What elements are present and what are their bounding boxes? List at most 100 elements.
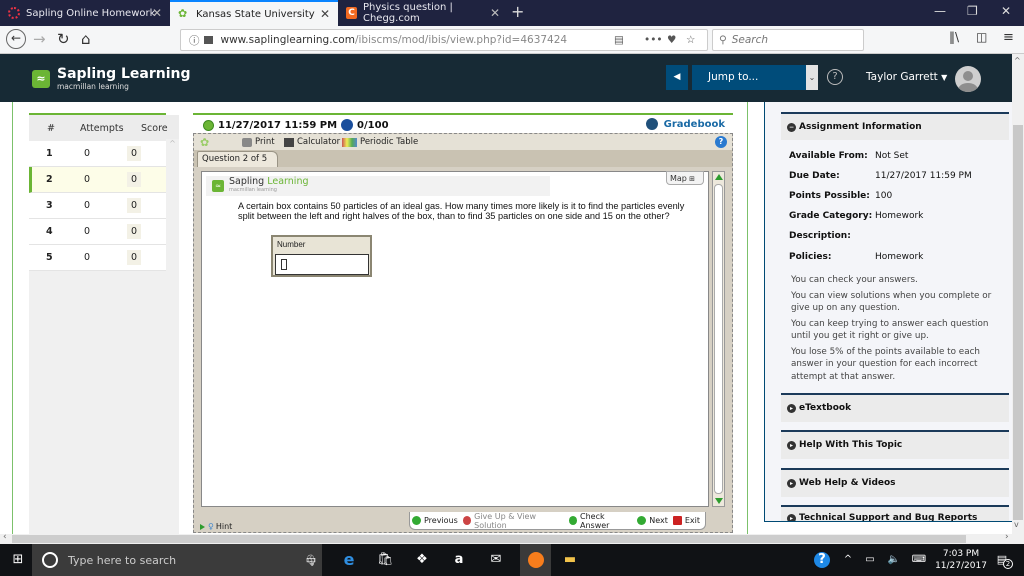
- check-answer-button[interactable]: Check Answer: [568, 512, 633, 530]
- library-icon[interactable]: ‖\: [949, 30, 959, 44]
- new-tab-button[interactable]: +: [511, 2, 524, 21]
- store-icon[interactable]: 🛍: [377, 552, 394, 568]
- section-title: Assignment Information: [799, 122, 922, 132]
- periodic-table-button[interactable]: Periodic Table: [342, 137, 418, 147]
- minimize-button[interactable]: —: [934, 4, 946, 18]
- answer-box: Number: [271, 235, 372, 277]
- previous-button[interactable]: Previous: [412, 516, 458, 525]
- help-icon[interactable]: ?: [827, 69, 843, 85]
- question-row[interactable]: 3 0 0: [29, 193, 166, 219]
- dropbox-icon[interactable]: ❖: [414, 552, 430, 568]
- battery-icon[interactable]: ▭: [862, 552, 878, 568]
- tab-question[interactable]: Question 2 of 5: [197, 151, 279, 167]
- scroll-down-arrow-icon[interactable]: [715, 498, 723, 504]
- close-window-button[interactable]: ✕: [1001, 4, 1011, 18]
- section-title: Help With This Topic: [799, 440, 903, 450]
- volume-icon[interactable]: 🔈: [886, 552, 902, 568]
- scroll-thumb[interactable]: [714, 184, 723, 494]
- question-scrollbar[interactable]: [712, 171, 725, 507]
- info-icon[interactable]: ⓘ: [189, 33, 200, 48]
- pocket-icon[interactable]: ♥: [667, 34, 676, 46]
- score-icon: [341, 119, 354, 131]
- tab-sapling-online-homework[interactable]: Sapling Online Homework ✕: [0, 0, 170, 26]
- hint-button[interactable]: ♀ Hint: [200, 522, 232, 531]
- exit-button[interactable]: Exit: [672, 516, 700, 525]
- sapling-logo[interactable]: ≈ Sapling Learning macmillan learning: [32, 67, 191, 91]
- question-row[interactable]: 5 0 0: [29, 245, 166, 271]
- scroll-up-arrow-icon[interactable]: [715, 174, 723, 180]
- col-score: Score: [141, 122, 168, 134]
- tab-chegg[interactable]: C Physics question | Chegg.com ✕: [338, 0, 508, 26]
- question-row-selected[interactable]: 2 0 0: [29, 167, 166, 193]
- url-bar[interactable]: ⓘ www.saplinglearning.com /ibiscms/mod/i…: [180, 29, 708, 51]
- scroll-up-icon[interactable]: ^: [1014, 56, 1021, 65]
- back-button[interactable]: ←: [6, 29, 26, 49]
- col-attempts: Attempts: [80, 122, 124, 134]
- keyboard-icon[interactable]: ⌨: [911, 552, 927, 568]
- firefox-icon[interactable]: [520, 544, 551, 576]
- question-list-scrollbar[interactable]: ^: [166, 139, 179, 534]
- checkmark-icon: [568, 516, 577, 525]
- tab-kansas-state[interactable]: ✿ Kansas State University - PHYS ✕: [170, 0, 338, 26]
- next-button[interactable]: Next: [637, 516, 668, 525]
- sidebar-icon[interactable]: ◫: [976, 30, 987, 44]
- page-scroll-thumb[interactable]: [1013, 125, 1023, 520]
- avatar[interactable]: [955, 66, 981, 92]
- reader-view-icon[interactable]: ▤: [614, 34, 624, 46]
- forward-button[interactable]: →: [33, 30, 46, 48]
- browser-search-input[interactable]: ⚲ Search: [712, 29, 864, 51]
- file-explorer-icon[interactable]: ▬: [562, 552, 578, 568]
- info-key: Available From:: [789, 151, 868, 161]
- system-clock[interactable]: 7:03 PM 11/27/2017: [934, 548, 988, 572]
- print-button[interactable]: Print: [242, 137, 275, 147]
- give-up-button[interactable]: Give Up & View Solution: [462, 512, 564, 530]
- section-web-help-videos[interactable]: ▸ Web Help & Videos: [781, 468, 1009, 497]
- help-tray-icon[interactable]: ?: [814, 552, 830, 568]
- edge-icon[interactable]: e: [341, 552, 357, 568]
- question-number: 3: [46, 200, 53, 211]
- assignment-information-header[interactable]: − Assignment Information: [781, 112, 1009, 140]
- gradebook-link[interactable]: Gradebook: [645, 118, 725, 130]
- close-tab-icon[interactable]: ✕: [320, 7, 330, 21]
- home-button[interactable]: ⌂: [81, 30, 91, 48]
- question-number: 1: [46, 148, 53, 159]
- restore-button[interactable]: ❐: [967, 4, 978, 18]
- taskbar-search-input[interactable]: Type here to search 🎙: [32, 544, 322, 576]
- answer-input[interactable]: [275, 254, 369, 275]
- question-help-icon[interactable]: ?: [715, 136, 727, 148]
- jump-to-select[interactable]: Jump to... ⌄: [692, 65, 818, 90]
- scroll-down-icon[interactable]: v: [1014, 520, 1019, 529]
- sitemap-icon: ⊞: [686, 175, 695, 183]
- reload-button[interactable]: ↻: [57, 30, 70, 48]
- question-attempts: 0: [84, 226, 91, 237]
- section-help-with-topic[interactable]: ▸ Help With This Topic: [781, 430, 1009, 459]
- windows-start-icon[interactable]: ⊞: [10, 552, 26, 568]
- task-view-icon[interactable]: ▭: [303, 552, 319, 568]
- calculator-button[interactable]: Calculator: [284, 137, 340, 147]
- next-label: Next: [649, 516, 668, 525]
- page-hscroll-thumb[interactable]: [12, 535, 966, 543]
- more-actions-icon[interactable]: •••: [644, 34, 663, 46]
- menu-icon[interactable]: ≡: [1003, 30, 1014, 45]
- section-etextbook[interactable]: ▸ eTextbook: [781, 393, 1009, 422]
- policy-item: You lose 5% of the points available to e…: [791, 346, 980, 382]
- close-tab-icon[interactable]: ✕: [490, 6, 500, 20]
- scroll-left-icon[interactable]: ‹: [3, 532, 7, 542]
- mail-icon[interactable]: ✉: [488, 552, 504, 568]
- bookmark-star-icon[interactable]: ☆: [686, 34, 695, 46]
- question-content: ≈ Sapling Learning macmillan learning Map…: [201, 171, 709, 507]
- scroll-right-icon[interactable]: ›: [1005, 532, 1009, 542]
- question-row[interactable]: 1 0 0: [29, 141, 166, 167]
- question-row[interactable]: 4 0 0: [29, 219, 166, 245]
- close-tab-icon[interactable]: ✕: [152, 6, 162, 20]
- action-center-icon[interactable]: ▤ 2: [994, 552, 1013, 569]
- user-menu[interactable]: Taylor Garrett ▼: [866, 71, 947, 83]
- previous-assignment-button[interactable]: ◀: [666, 65, 688, 90]
- question-attempts: 0: [84, 174, 91, 185]
- section-tech-support[interactable]: ▸ Technical Support and Bug Reports: [781, 505, 1009, 521]
- show-hidden-icons[interactable]: ^: [840, 552, 856, 568]
- map-button[interactable]: Map ⊞: [666, 171, 704, 185]
- previous-arrow-icon: [412, 516, 421, 525]
- info-key: Grade Category:: [789, 211, 873, 221]
- amazon-icon[interactable]: a: [451, 552, 467, 568]
